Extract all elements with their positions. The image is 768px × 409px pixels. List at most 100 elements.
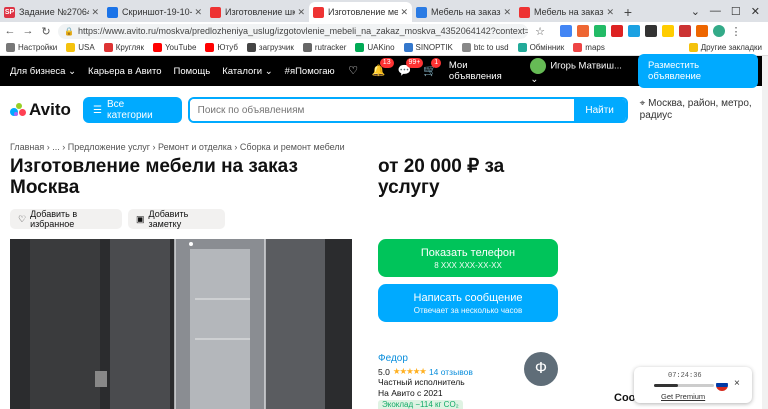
nav-help[interactable]: Помощь [174, 66, 211, 77]
nav-catalogs[interactable]: Каталоги ⌄ [222, 66, 272, 77]
bookmark-item[interactable]: SINOPTIK [403, 43, 453, 52]
bell-icon[interactable]: 🔔 13 [372, 58, 394, 78]
browser-tab-3[interactable]: Изготовление шкафов✕ [206, 2, 309, 22]
avatar [530, 57, 547, 74]
site-top-nav: Для бизнеса ⌄ Карьера в Авито Помощь Кат… [0, 54, 768, 88]
bookmark-item[interactable]: Обмінник [517, 43, 564, 52]
minimize-icon[interactable]: — [710, 5, 721, 17]
add-favorite-button[interactable]: ♡ Добавить в избранное [10, 209, 122, 229]
avito-logo[interactable]: Avito [10, 100, 81, 120]
all-categories-button[interactable]: ☰ Все категории [83, 97, 182, 123]
bookmark-item[interactable]: maps [573, 43, 605, 52]
profile-icon[interactable] [713, 25, 725, 37]
browser-tab-6[interactable]: Мебель на заказ Гард✕ [515, 2, 618, 22]
star-icons: ★★★★★ [392, 366, 427, 376]
bookmark-item[interactable]: btc to usd [461, 43, 509, 52]
reviews-link[interactable]: 14 отзывов [429, 367, 473, 377]
forward-icon[interactable]: → [22, 25, 34, 37]
bookmark-item[interactable]: Настройки [6, 43, 57, 52]
extension-icon[interactable] [577, 25, 589, 37]
tab-title: Скриншот-19-10-2025 [122, 7, 193, 17]
close-icon[interactable]: ✕ [606, 7, 614, 18]
chevron-down-icon: ⌄ [68, 65, 77, 77]
extension-icon[interactable] [611, 25, 623, 37]
show-phone-button[interactable]: Показать телефон 8 XXX XXX-XX-XX [378, 239, 558, 277]
add-note-button[interactable]: ▣ Добавить заметку [128, 209, 225, 229]
seller-name[interactable]: Федор [378, 353, 408, 364]
chevron-down-icon[interactable]: ⌄ [691, 5, 700, 18]
back-icon[interactable]: ← [4, 25, 16, 37]
bookmark-label: Другие закладки [700, 43, 762, 52]
listing-photo[interactable] [10, 239, 352, 409]
bookmark-label: maps [585, 43, 605, 52]
user-menu[interactable]: Игорь Матвиш... ⌄ [530, 57, 626, 85]
bookmark-other[interactable]: Другие закладки [688, 43, 762, 52]
close-window-icon[interactable]: ✕ [751, 5, 760, 18]
nav-ihelp[interactable]: #яПомогаю [285, 66, 335, 77]
russian-flag-icon[interactable] [716, 379, 728, 391]
bookmark-item[interactable]: Ютуб [205, 43, 238, 52]
bookmark-item[interactable]: загрузчик [246, 43, 294, 52]
categories-label: Все категории [107, 99, 153, 121]
cart-badge: 1 [431, 58, 442, 68]
post-ad-button[interactable]: Разместить объявление [638, 54, 758, 88]
bookmark-item[interactable]: USA [66, 43, 95, 52]
close-icon[interactable]: ✕ [297, 7, 305, 18]
nav-career[interactable]: Карьера в Авито [88, 66, 161, 77]
new-tab-button[interactable]: + [618, 2, 638, 22]
bookmark-item[interactable]: rutracker [302, 43, 346, 52]
widget-progress[interactable] [654, 384, 714, 387]
bookmark-label: Кругляк [115, 43, 144, 52]
page-scrollbar[interactable] [762, 56, 768, 409]
heart-icon[interactable]: ♡ [347, 64, 360, 78]
reload-icon[interactable]: ↻ [40, 25, 52, 38]
chat-icon[interactable]: 💬 99+ [398, 58, 424, 78]
menu-icon[interactable]: ⋮ [730, 25, 742, 38]
get-premium-link[interactable]: Get Premium [661, 392, 705, 401]
bookmark-label: USA [78, 43, 95, 52]
tab-title: Изготовление шкафов [225, 7, 296, 17]
bookmark-item[interactable]: Кругляк [103, 43, 144, 52]
extension-icon[interactable] [628, 25, 640, 37]
tab-favicon [313, 6, 324, 18]
nav-label: Каталоги [222, 65, 263, 77]
chevron-down-icon: ⌄ [530, 73, 539, 85]
extension-icon[interactable] [560, 25, 572, 37]
url-field[interactable]: 🔒 https://www.avito.ru/moskva/predlozheni… [58, 23, 528, 39]
breadcrumb[interactable]: Главная › ... › Предложение услуг › Ремо… [10, 142, 345, 152]
extension-icon[interactable] [696, 25, 708, 37]
logo-text: Avito [29, 100, 71, 119]
maximize-icon[interactable]: ☐ [731, 5, 741, 18]
location-selector[interactable]: ⌖ Москва, район, метро, радиус [640, 98, 758, 122]
bookmark-item[interactable]: YouTube [152, 43, 196, 52]
close-icon[interactable]: ✕ [194, 7, 202, 18]
youtube-icon [152, 43, 162, 52]
cart-icon[interactable]: 🛒 1 [423, 58, 442, 78]
seller-avatar[interactable]: Ф [524, 352, 558, 386]
star-icon[interactable]: ☆ [534, 25, 546, 38]
bookmark-label: загрузчик [258, 43, 294, 52]
browser-tab-4[interactable]: Изготовление мебели✕ [309, 2, 412, 22]
write-message-button[interactable]: Написать сообщение Отвечает за несколько… [378, 284, 558, 322]
close-icon[interactable]: ✕ [503, 7, 511, 18]
extension-icon[interactable] [645, 25, 657, 37]
extension-icon[interactable] [594, 25, 606, 37]
my-ads-link[interactable]: Мои объявления [449, 60, 518, 82]
site-icon [103, 43, 113, 52]
close-icon[interactable]: ✕ [91, 7, 99, 18]
close-icon[interactable]: × [734, 378, 740, 389]
nav-label: Для бизнеса [10, 65, 66, 77]
search-button[interactable]: Найти [573, 99, 626, 121]
extension-icon[interactable] [662, 25, 674, 37]
search-input[interactable] [189, 99, 574, 121]
note-icon: ▣ [136, 213, 145, 224]
browser-tab-2[interactable]: Скриншот-19-10-2025✕ [103, 2, 206, 22]
browser-tab-1[interactable]: SP Задание №2706497 - ...✕ [0, 2, 103, 22]
close-icon[interactable]: ✕ [400, 7, 408, 18]
browser-tab-5[interactable]: Мебель на заказ / Изг✕ [412, 2, 515, 22]
extension-icon[interactable] [679, 25, 691, 37]
tab-favicon [416, 6, 427, 18]
nav-business[interactable]: Для бизнеса ⌄ [10, 66, 76, 77]
tab-title: Задание №2706497 - ... [19, 7, 90, 17]
bookmark-item[interactable]: UAKino [355, 43, 395, 52]
